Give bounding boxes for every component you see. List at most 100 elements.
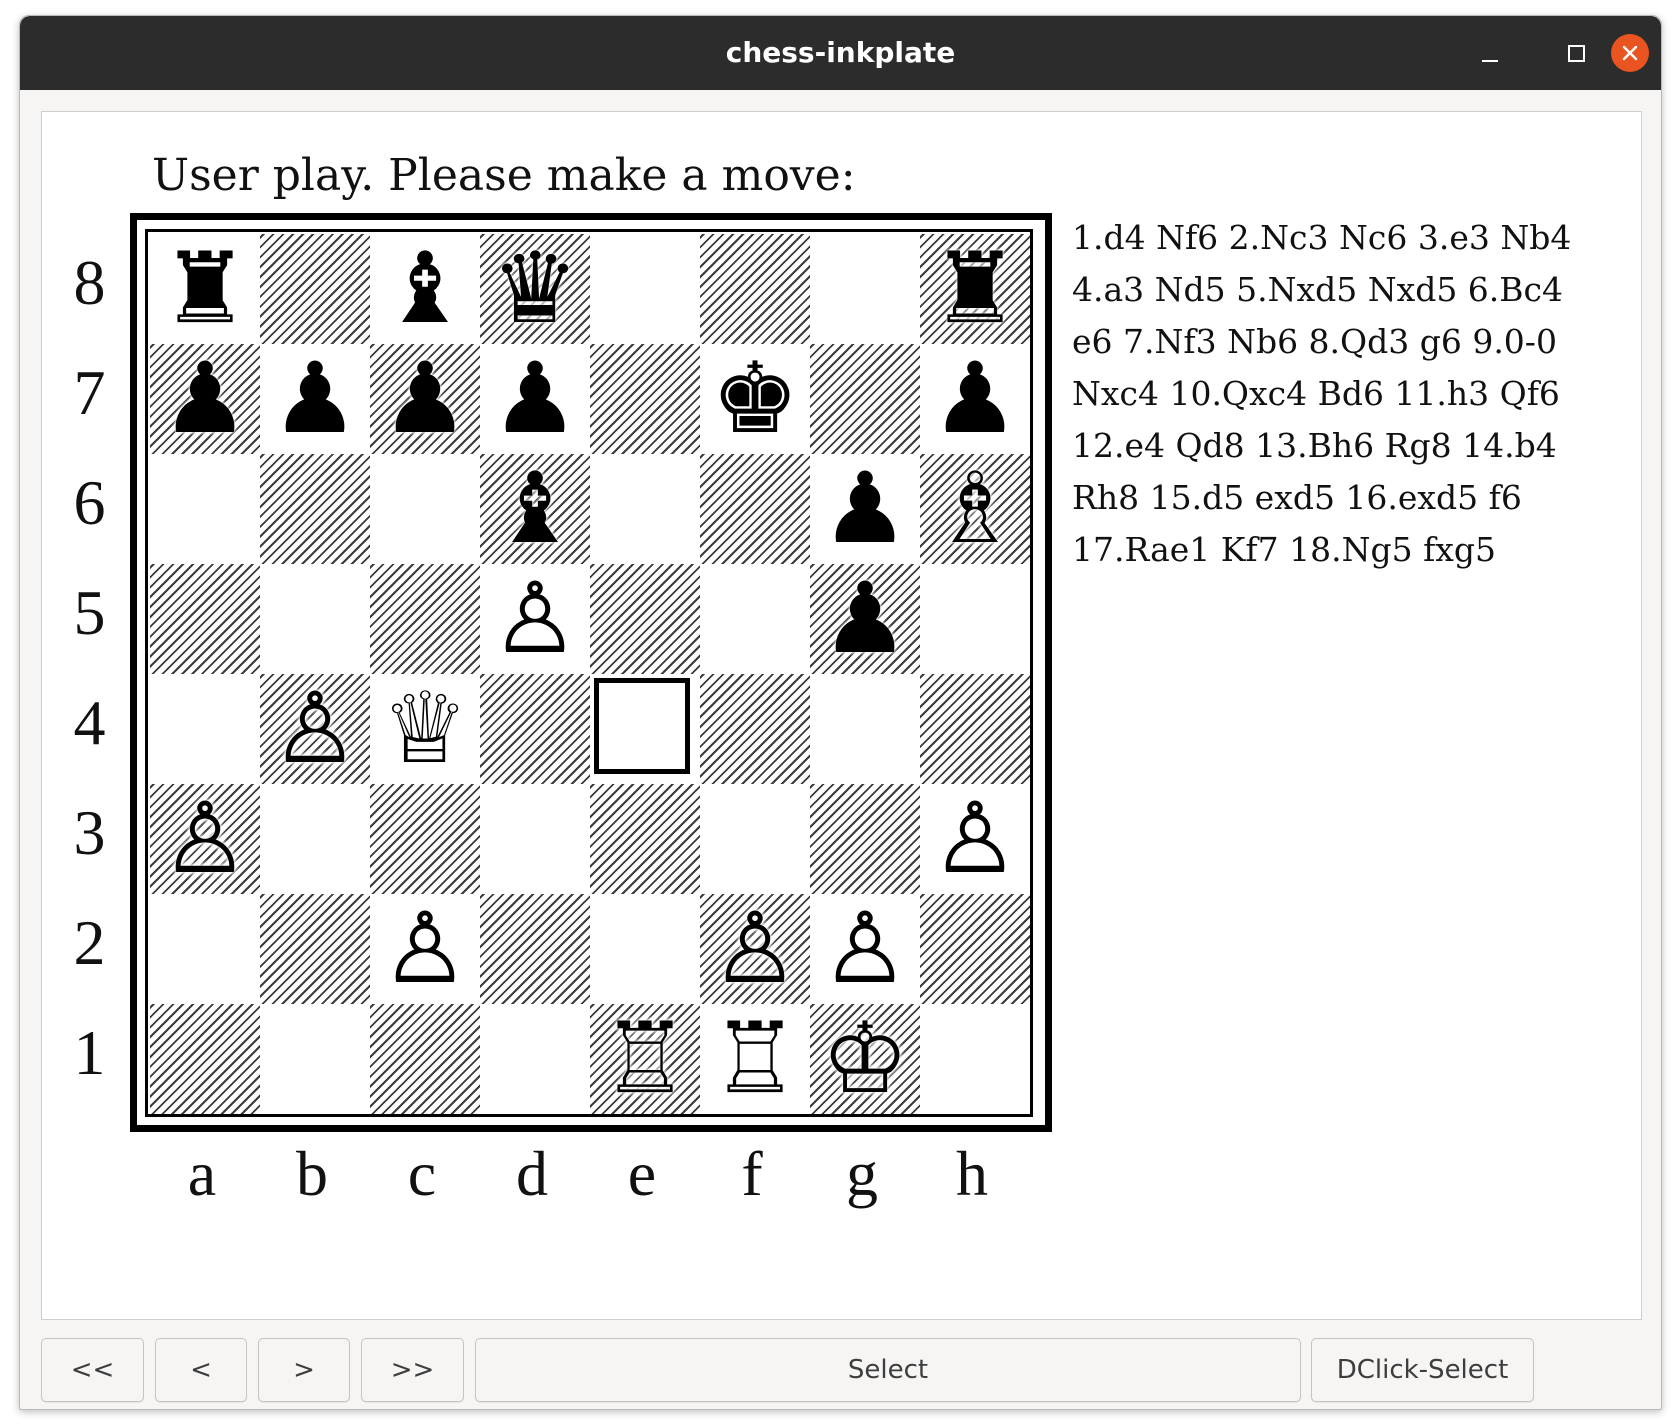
square-f2[interactable]: ♙ [700,894,810,1004]
square-a3[interactable]: ♙ [150,784,260,894]
chess-board[interactable]: ♜ ♝ ♛ ♜ ♟ ♟ ♟ ♟ ♚ ♟ ♝ ♟ ♗ ♙ ♟ ♙ ♕ ♙ ♙ ♙ ♙ ♙ ♖ ♖ ♔ [145,229,1033,1117]
square-f3[interactable] [700,784,810,894]
square-f6[interactable] [700,454,810,564]
square-g8[interactable] [810,234,920,344]
white-pawn-icon[interactable]: ♙ [700,894,810,1004]
square-g5[interactable]: ♟ [810,564,920,674]
square-a4[interactable] [150,674,260,784]
square-c7[interactable]: ♟ [370,344,480,454]
square-a5[interactable] [150,564,260,674]
square-b4[interactable]: ♙ [260,674,370,784]
black-rook-icon[interactable]: ♜ [920,234,1030,344]
square-g4[interactable] [810,674,920,784]
square-a2[interactable] [150,894,260,1004]
white-bishop-icon[interactable]: ♗ [920,454,1030,564]
white-king-icon[interactable]: ♔ [810,1004,920,1114]
black-pawn-icon[interactable]: ♟ [370,344,480,454]
black-king-icon[interactable]: ♚ [700,344,810,454]
square-c1[interactable] [370,1004,480,1114]
square-f7[interactable]: ♚ [700,344,810,454]
square-d4[interactable] [480,674,590,784]
square-h3[interactable]: ♙ [920,784,1030,894]
square-d7[interactable]: ♟ [480,344,590,454]
square-e8[interactable] [590,234,700,344]
square-e4[interactable] [590,674,700,784]
white-pawn-icon[interactable]: ♙ [370,894,480,1004]
square-a6[interactable] [150,454,260,564]
square-h7[interactable]: ♟ [920,344,1030,454]
square-b1[interactable] [260,1004,370,1114]
square-h1[interactable] [920,1004,1030,1114]
square-g7[interactable] [810,344,920,454]
square-b7[interactable]: ♟ [260,344,370,454]
square-c6[interactable] [370,454,480,564]
black-pawn-icon[interactable]: ♟ [810,454,920,564]
square-d5[interactable]: ♙ [480,564,590,674]
square-c8[interactable]: ♝ [370,234,480,344]
square-b6[interactable] [260,454,370,564]
square-g6[interactable]: ♟ [810,454,920,564]
square-f1[interactable]: ♖ [700,1004,810,1114]
square-d3[interactable] [480,784,590,894]
square-h8[interactable]: ♜ [920,234,1030,344]
square-h5[interactable] [920,564,1030,674]
square-e3[interactable] [590,784,700,894]
square-h2[interactable] [920,894,1030,1004]
black-rook-icon[interactable]: ♜ [150,234,260,344]
white-pawn-icon[interactable]: ♙ [810,894,920,1004]
black-pawn-icon[interactable]: ♟ [810,564,920,674]
title-bar[interactable]: chess-inkplate [20,16,1661,90]
square-b2[interactable] [260,894,370,1004]
square-a1[interactable] [150,1004,260,1114]
square-d1[interactable] [480,1004,590,1114]
white-rook-icon[interactable]: ♖ [700,1004,810,1114]
select-button[interactable]: Select [475,1338,1301,1402]
white-pawn-icon[interactable]: ♙ [150,784,260,894]
minimize-icon[interactable] [1470,34,1508,72]
square-b5[interactable] [260,564,370,674]
square-d2[interactable] [480,894,590,1004]
prev-move-button[interactable]: < [155,1338,247,1402]
square-f4[interactable] [700,674,810,784]
last-move-button[interactable]: >> [361,1338,464,1402]
square-e5[interactable] [590,564,700,674]
square-h6[interactable]: ♗ [920,454,1030,564]
next-move-button[interactable]: > [258,1338,350,1402]
square-e6[interactable] [590,454,700,564]
black-pawn-icon[interactable]: ♟ [150,344,260,454]
square-b8[interactable] [260,234,370,344]
square-e2[interactable] [590,894,700,1004]
square-c2[interactable]: ♙ [370,894,480,1004]
square-g1[interactable]: ♔ [810,1004,920,1114]
white-pawn-icon[interactable]: ♙ [260,674,370,784]
square-e7[interactable] [590,344,700,454]
black-queen-icon[interactable]: ♛ [480,234,590,344]
square-b3[interactable] [260,784,370,894]
white-pawn-icon[interactable]: ♙ [480,564,590,674]
square-e1[interactable]: ♖ [590,1004,700,1114]
first-move-button[interactable]: << [41,1338,144,1402]
square-a8[interactable]: ♜ [150,234,260,344]
black-pawn-icon[interactable]: ♟ [260,344,370,454]
square-d8[interactable]: ♛ [480,234,590,344]
square-f8[interactable] [700,234,810,344]
white-queen-icon[interactable]: ♕ [370,674,480,784]
dclick-select-button[interactable]: DClick-Select [1311,1338,1534,1402]
square-a7[interactable]: ♟ [150,344,260,454]
square-f5[interactable] [700,564,810,674]
close-icon[interactable] [1611,34,1649,72]
maximize-icon[interactable] [1556,34,1594,72]
black-pawn-icon[interactable]: ♟ [920,344,1030,454]
white-rook-icon[interactable]: ♖ [590,1004,700,1114]
black-bishop-icon[interactable]: ♝ [480,454,590,564]
square-c3[interactable] [370,784,480,894]
square-g3[interactable] [810,784,920,894]
square-h4[interactable] [920,674,1030,784]
square-c5[interactable] [370,564,480,674]
white-pawn-icon[interactable]: ♙ [920,784,1030,894]
black-pawn-icon[interactable]: ♟ [480,344,590,454]
square-g2[interactable]: ♙ [810,894,920,1004]
square-c4[interactable]: ♕ [370,674,480,784]
black-bishop-icon[interactable]: ♝ [370,234,480,344]
square-d6[interactable]: ♝ [480,454,590,564]
